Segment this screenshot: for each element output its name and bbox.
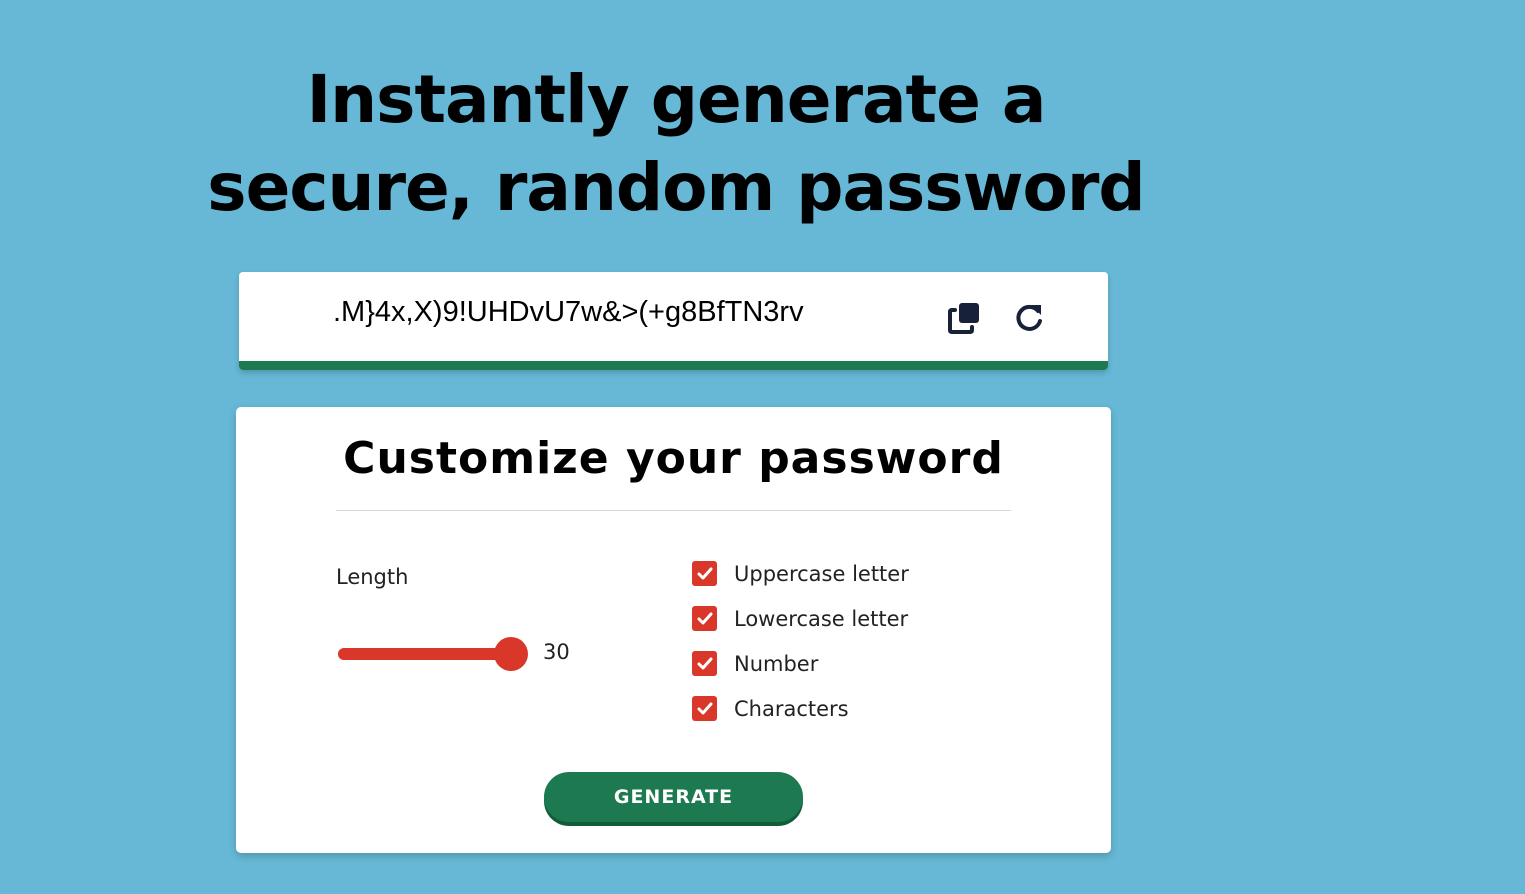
generate-button[interactable]: GENERATE — [544, 772, 803, 822]
uppercase-label: Uppercase letter — [734, 561, 909, 586]
refresh-button[interactable] — [1009, 298, 1049, 338]
customize-title: Customize your password — [343, 433, 1004, 484]
length-label: Length — [336, 565, 409, 589]
copy-button[interactable] — [945, 298, 985, 338]
characters-checkbox[interactable] — [692, 696, 717, 721]
number-label: Number — [734, 651, 819, 676]
slider-fill — [338, 648, 511, 660]
password-strength-bar — [239, 361, 1108, 370]
option-number[interactable]: Number — [692, 641, 909, 686]
length-slider[interactable] — [338, 637, 528, 671]
option-uppercase[interactable]: Uppercase letter — [692, 551, 909, 596]
number-checkbox[interactable] — [692, 651, 717, 676]
options-list: Uppercase letter Lowercase letter Number… — [692, 551, 909, 731]
customize-panel: Customize your password Length 30 Upperc… — [236, 407, 1111, 853]
divider — [336, 510, 1011, 511]
slider-thumb[interactable] — [494, 637, 528, 671]
refresh-icon — [1016, 304, 1042, 331]
copy-icon — [948, 303, 979, 334]
uppercase-checkbox[interactable] — [692, 561, 717, 586]
page-headline: Instantly generate a secure, random pass… — [207, 61, 1145, 226]
option-characters[interactable]: Characters — [692, 686, 909, 731]
lowercase-label: Lowercase letter — [734, 606, 909, 631]
lowercase-checkbox[interactable] — [692, 606, 717, 631]
password-display: .M}4x,X)9!UHDvU7w&>(+g8BfTN3rv — [239, 272, 1108, 370]
characters-label: Characters — [734, 696, 849, 721]
checkmark-icon — [697, 567, 712, 579]
checkmark-icon — [697, 612, 712, 624]
length-value: 30 — [543, 640, 570, 664]
generated-password[interactable]: .M}4x,X)9!UHDvU7w&>(+g8BfTN3rv — [333, 296, 804, 329]
checkmark-icon — [697, 702, 712, 714]
option-lowercase[interactable]: Lowercase letter — [692, 596, 909, 641]
checkmark-icon — [697, 657, 712, 669]
